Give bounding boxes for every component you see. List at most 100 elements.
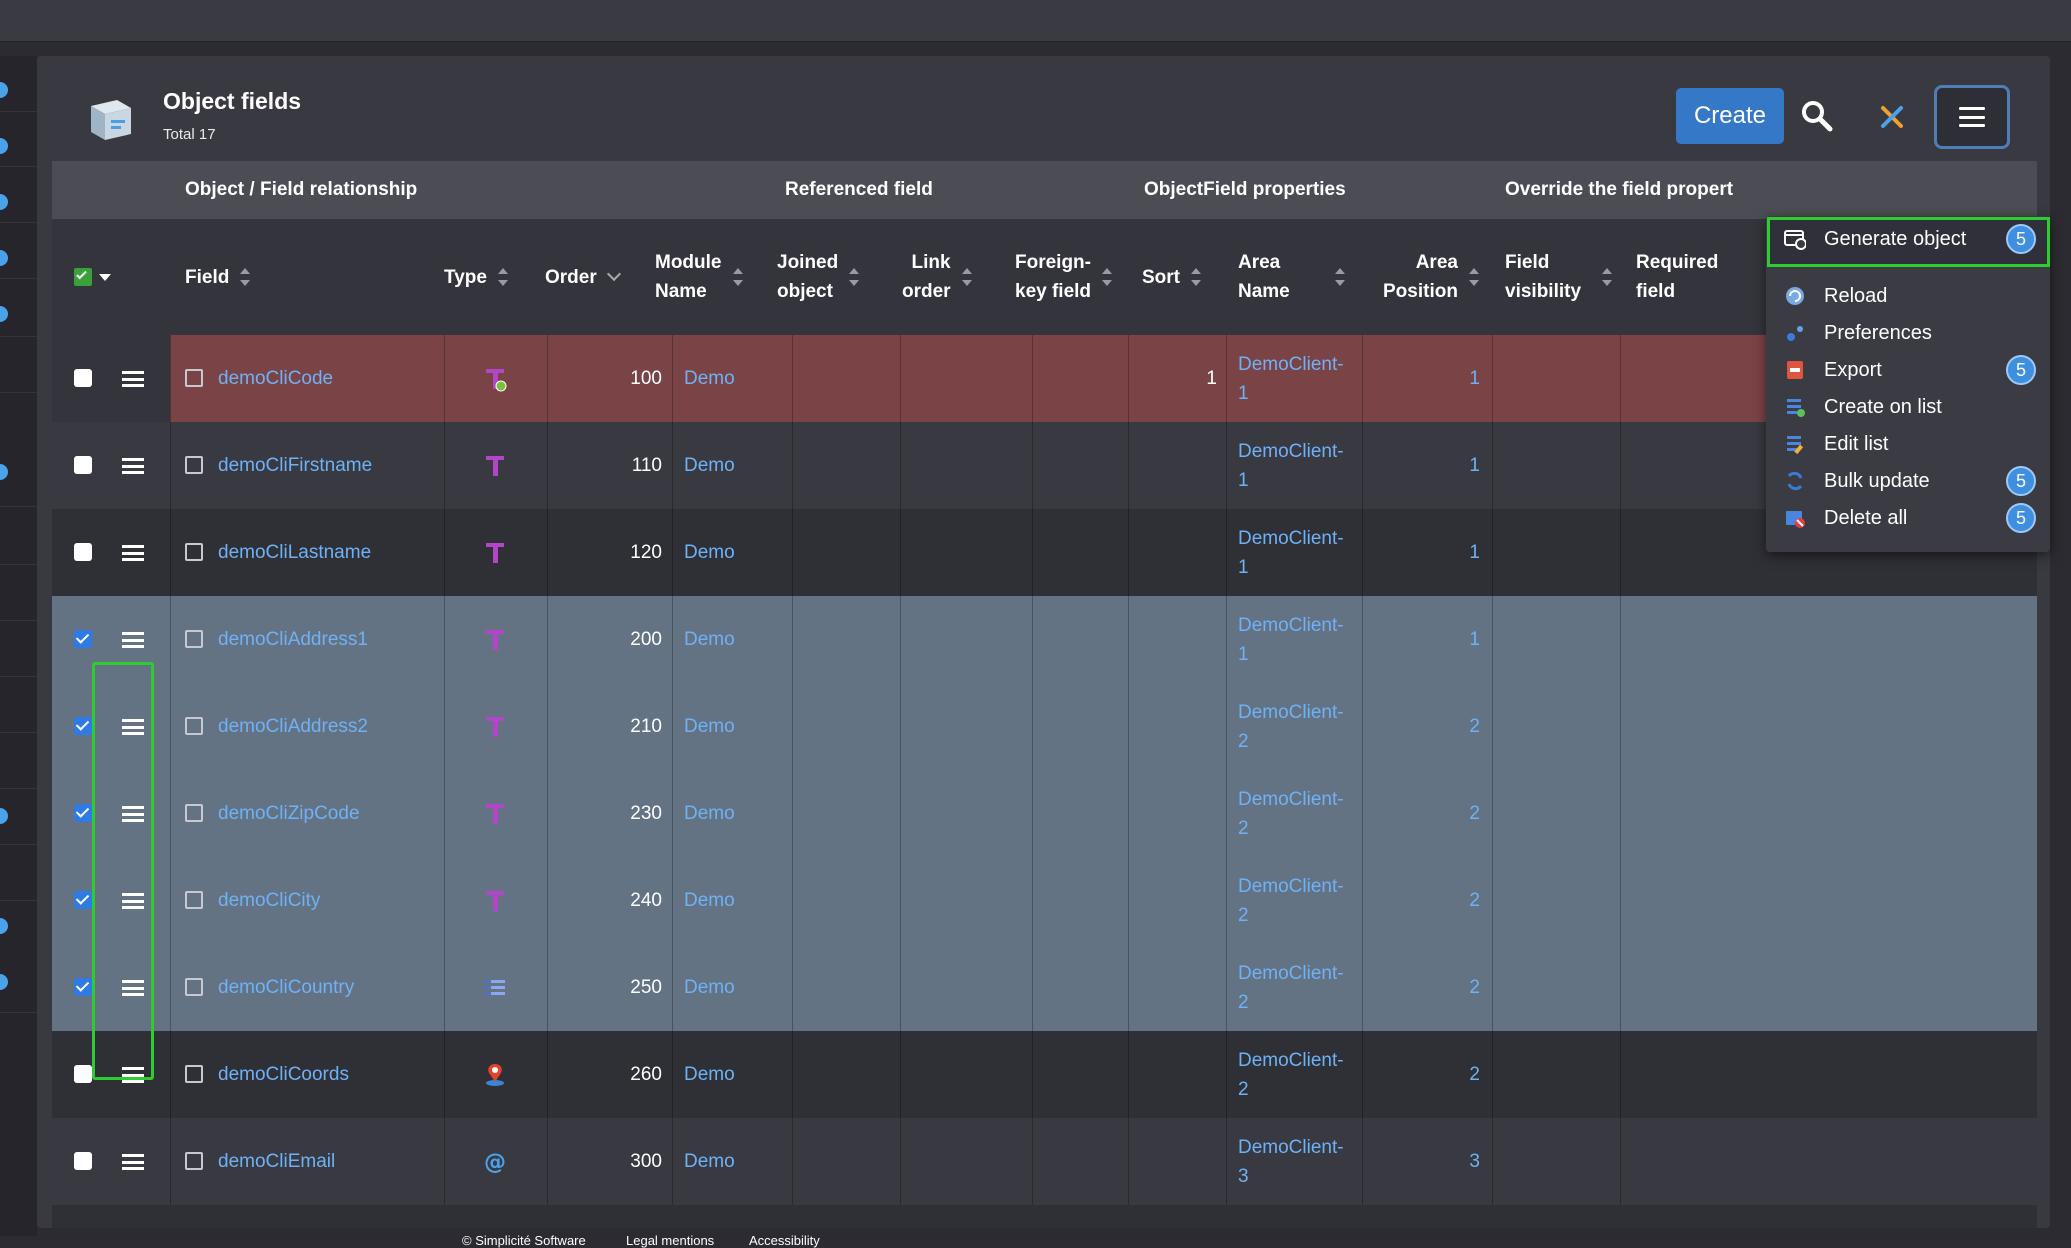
sidebar-dot-icon[interactable] (0, 82, 8, 98)
column-header-area-name[interactable]: Area Name (1238, 219, 1346, 335)
table-row[interactable]: demoCliAddress1 200 Demo DemoClient- 1 1 (52, 596, 2037, 683)
area-name-link[interactable]: DemoClient- 1 (1238, 335, 1344, 422)
module-name-link[interactable]: Demo (684, 1118, 735, 1205)
field-name-link[interactable]: demoCliEmail (218, 1118, 335, 1205)
area-name-link[interactable]: DemoClient- 2 (1238, 944, 1344, 1031)
field-name-link[interactable]: demoCliLastname (218, 509, 371, 596)
sort-icon[interactable] (848, 268, 860, 286)
search-icon[interactable] (1799, 98, 1835, 134)
sidebar-dot-icon[interactable] (0, 974, 8, 990)
menu-item-create-on-list[interactable]: Create on list (1766, 389, 2050, 425)
area-name-link[interactable]: DemoClient- 2 (1238, 1031, 1344, 1118)
row-inline-checkbox[interactable] (185, 891, 203, 909)
menu-item-export[interactable]: Export 5 (1766, 352, 2050, 388)
module-name-link[interactable]: Demo (684, 944, 735, 1031)
row-menu-icon[interactable] (122, 371, 144, 387)
create-button[interactable]: Create (1676, 88, 1784, 144)
module-name-link[interactable]: Demo (684, 509, 735, 596)
table-row[interactable]: demoCliCode 100 Demo 1 DemoClient- 1 1 (52, 335, 2037, 422)
sort-icon[interactable] (497, 268, 509, 286)
area-name-link[interactable]: DemoClient- 1 (1238, 596, 1344, 683)
field-name-link[interactable]: demoCliCode (218, 335, 333, 422)
sidebar-dot-icon[interactable] (0, 306, 8, 322)
row-inline-checkbox[interactable] (185, 804, 203, 822)
sort-icon[interactable] (1190, 268, 1202, 286)
menu-item-bulk-update[interactable]: Bulk update 5 (1766, 463, 2050, 499)
column-header-type[interactable]: Type (444, 219, 509, 335)
area-name-link[interactable]: DemoClient- 1 (1238, 509, 1344, 596)
column-header-link-order[interactable]: Link order (902, 219, 973, 335)
actions-menu-button[interactable] (1934, 85, 2010, 149)
module-name-link[interactable]: Demo (684, 1031, 735, 1118)
row-inline-checkbox[interactable] (185, 1152, 203, 1170)
menu-item-delete-all[interactable]: Delete all 5 (1766, 500, 2050, 536)
row-select-checkbox[interactable] (74, 717, 92, 735)
row-select-checkbox[interactable] (74, 978, 92, 996)
table-row[interactable]: demoCliZipCode 230 Demo DemoClient- 2 2 (52, 770, 2037, 857)
sidebar-dot-icon[interactable] (0, 194, 8, 210)
row-inline-checkbox[interactable] (185, 978, 203, 996)
area-name-link[interactable]: DemoClient- 2 (1238, 770, 1344, 857)
table-row[interactable]: demoCliFirstname 110 Demo DemoClient- 1 1 (52, 422, 2037, 509)
menu-item-preferences[interactable]: Preferences (1766, 315, 2050, 351)
sort-icon[interactable] (961, 268, 973, 286)
area-name-link[interactable]: DemoClient- 3 (1238, 1118, 1344, 1205)
sort-icon[interactable] (1334, 268, 1346, 286)
select-all-checkbox[interactable] (74, 268, 92, 286)
row-select-checkbox[interactable] (74, 630, 92, 648)
row-select-checkbox[interactable] (74, 543, 92, 561)
field-name-link[interactable]: demoCliCity (218, 857, 320, 944)
row-inline-checkbox[interactable] (185, 1065, 203, 1083)
row-menu-icon[interactable] (122, 458, 144, 474)
area-name-link[interactable]: DemoClient- 2 (1238, 683, 1344, 770)
row-inline-checkbox[interactable] (185, 369, 203, 387)
sort-icon[interactable] (732, 268, 744, 286)
column-header-module-name[interactable]: Module Name (655, 219, 744, 335)
column-header-foreign-key[interactable]: Foreign-key field (1015, 219, 1113, 335)
module-name-link[interactable]: Demo (684, 596, 735, 683)
row-menu-icon[interactable] (122, 1154, 144, 1170)
module-name-link[interactable]: Demo (684, 335, 735, 422)
field-name-link[interactable]: demoCliCoords (218, 1031, 349, 1118)
clear-filter-icon[interactable] (1877, 102, 1907, 132)
field-name-link[interactable]: demoCliCountry (218, 944, 354, 1031)
footer-accessibility-link[interactable]: Accessibility (749, 1233, 820, 1248)
sort-icon[interactable] (1468, 268, 1480, 286)
caret-down-icon[interactable] (99, 273, 111, 281)
row-select-checkbox[interactable] (74, 456, 92, 474)
sidebar-dot-icon[interactable] (0, 138, 8, 154)
column-header-order[interactable]: Order (545, 219, 621, 335)
area-name-link[interactable]: DemoClient- 2 (1238, 857, 1344, 944)
field-name-link[interactable]: demoCliAddress1 (218, 596, 368, 683)
module-name-link[interactable]: Demo (684, 422, 735, 509)
column-header-area-position[interactable]: Area Position (1383, 219, 1480, 335)
table-row[interactable]: demoCliLastname 120 Demo DemoClient- 1 1 (52, 509, 2037, 596)
column-header-required-field[interactable]: Required field (1636, 219, 1718, 335)
area-name-link[interactable]: DemoClient- 1 (1238, 422, 1344, 509)
table-row[interactable]: demoCliCountry 250 Demo DemoClient- 2 2 (52, 944, 2037, 1031)
column-header-field[interactable]: Field (185, 219, 251, 335)
row-inline-checkbox[interactable] (185, 543, 203, 561)
row-select-checkbox[interactable] (74, 804, 92, 822)
column-header-field-visibility[interactable]: Field visibility (1505, 219, 1613, 335)
menu-item-generate-object[interactable]: Generate object 5 (1766, 221, 2050, 257)
sort-icon[interactable] (239, 268, 251, 286)
sort-desc-icon[interactable] (606, 266, 621, 282)
select-all-control[interactable] (74, 219, 111, 335)
row-select-checkbox[interactable] (74, 1152, 92, 1170)
sidebar-dot-icon[interactable] (0, 808, 8, 824)
row-select-checkbox[interactable] (74, 1065, 92, 1083)
column-header-sort[interactable]: Sort (1142, 219, 1202, 335)
table-row[interactable]: demoCliEmail @300 Demo DemoClient- 3 3 (52, 1118, 2037, 1205)
row-inline-checkbox[interactable] (185, 717, 203, 735)
sort-icon[interactable] (1601, 268, 1613, 286)
sidebar-dot-icon[interactable] (0, 464, 8, 480)
field-name-link[interactable]: demoCliFirstname (218, 422, 372, 509)
table-row[interactable]: demoCliCity 240 Demo DemoClient- 2 2 (52, 857, 2037, 944)
footer-legal-link[interactable]: Legal mentions (626, 1233, 714, 1248)
row-menu-icon[interactable] (122, 632, 144, 648)
sidebar-dot-icon[interactable] (0, 918, 8, 934)
field-name-link[interactable]: demoCliZipCode (218, 770, 360, 857)
column-header-joined-object[interactable]: Joined object (777, 219, 860, 335)
row-inline-checkbox[interactable] (185, 456, 203, 474)
